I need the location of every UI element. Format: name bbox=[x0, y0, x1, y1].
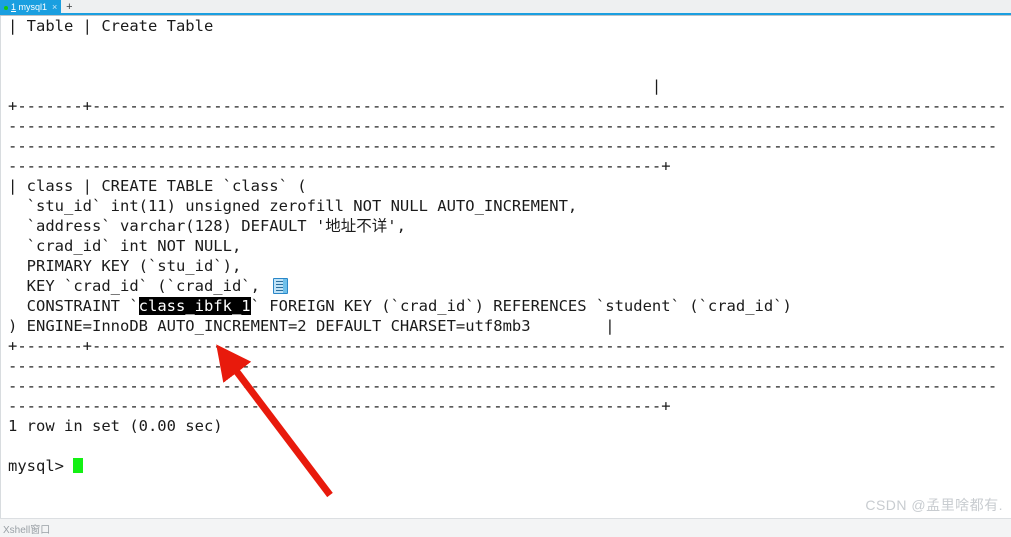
terminal-line: | class | CREATE TABLE `class` ( bbox=[8, 177, 307, 195]
terminal-line: ) ENGINE=InnoDB AUTO_INCREMENT=2 DEFAULT… bbox=[8, 317, 615, 335]
terminal-line: PRIMARY KEY (`stu_id`), bbox=[8, 257, 242, 275]
terminal-line: `crad_id` int NOT NULL, bbox=[8, 237, 242, 255]
watermark: CSDN @孟里啥都有. bbox=[865, 497, 1003, 513]
terminal-line: ----------------------------------------… bbox=[8, 357, 998, 375]
xshell-window: 1 mysql1 × + | Table | Create Table | +-… bbox=[0, 0, 1011, 537]
key-line-suffix: `, bbox=[241, 277, 260, 295]
tab-name: mysql1 bbox=[16, 2, 48, 12]
selected-text[interactable]: class_ibfk_1 bbox=[138, 297, 251, 315]
terminal-line: ----------------------------------------… bbox=[8, 397, 671, 415]
terminal-line: +-------+-------------------------------… bbox=[8, 97, 1007, 115]
constraint-prefix: CONSTRAINT ` bbox=[8, 297, 139, 315]
terminal-line: ----------------------------------------… bbox=[8, 137, 998, 155]
connection-status-dot bbox=[4, 5, 8, 10]
terminal-output[interactable]: | Table | Create Table | +-------+------… bbox=[0, 16, 1011, 518]
terminal-line: | Table | Create Table bbox=[8, 17, 214, 35]
constraint-suffix: ` FOREIGN KEY (`crad_id`) REFERENCES `st… bbox=[250, 297, 792, 315]
key-line-prefix: KEY `crad_id` (`crad_id bbox=[8, 277, 242, 295]
terminal-line: ----------------------------------------… bbox=[8, 117, 998, 135]
tab-bar-accent-line bbox=[0, 13, 1011, 15]
terminal-line-key: KEY `crad_id` (`crad_id`, bbox=[1, 276, 1011, 296]
terminal-line-constraint: CONSTRAINT `class_ibfk_1` FOREIGN KEY (`… bbox=[1, 296, 1011, 316]
status-bar-text: Xshell窗口 bbox=[3, 525, 51, 536]
terminal-cursor bbox=[73, 458, 84, 473]
terminal-line: +-------+-------------------------------… bbox=[8, 337, 1007, 355]
terminal-line: | bbox=[8, 77, 662, 95]
terminal-line: ----------------------------------------… bbox=[8, 377, 998, 395]
terminal-prompt-line[interactable]: mysql> bbox=[1, 456, 1011, 476]
terminal-line: ----------------------------------------… bbox=[8, 157, 671, 175]
paste-icon bbox=[273, 278, 288, 294]
terminal-line: `address` varchar(128) DEFAULT '地址不详', bbox=[8, 217, 406, 235]
status-bar: Xshell窗口 bbox=[0, 518, 1011, 537]
terminal-line: 1 row in set (0.00 sec) bbox=[8, 417, 223, 435]
terminal-line: `stu_id` int(11) unsigned zerofill NOT N… bbox=[8, 197, 578, 215]
shell-prompt: mysql> bbox=[8, 457, 74, 475]
